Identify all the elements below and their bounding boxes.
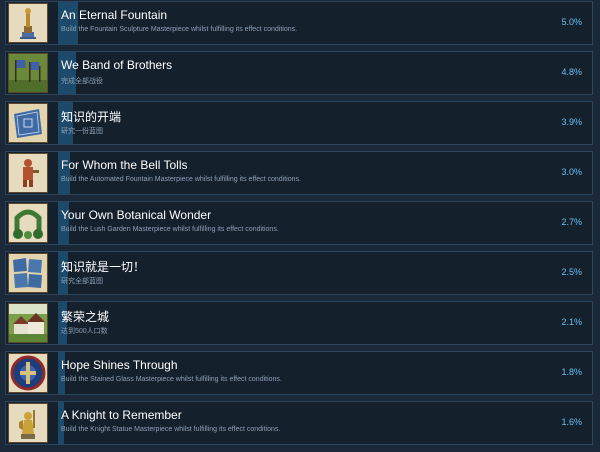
achievement-row[interactable]: We Band of Brothers 完成全部战役 4.8% — [5, 51, 593, 95]
achievement-title: An Eternal Fountain — [61, 8, 168, 22]
achievement-row[interactable]: 知识的开端 研究一份蓝图 3.9% — [5, 101, 593, 145]
achievement-title: 知识的开端 — [61, 110, 122, 124]
blueprint-icon — [8, 103, 48, 143]
banners-field-icon — [8, 53, 48, 93]
achievement-percent: 5.0% — [561, 17, 582, 27]
achievement-percent: 3.0% — [561, 167, 582, 177]
progress-track — [58, 102, 589, 144]
knight-statue-icon — [8, 403, 48, 443]
stained-glass-icon — [8, 353, 48, 393]
achievement-row[interactable]: An Eternal Fountain Build the Fountain S… — [5, 1, 593, 45]
achievement-percent: 2.1% — [561, 317, 582, 327]
achievement-percent: 1.8% — [561, 367, 582, 377]
achievement-title: For Whom the Bell Tolls — [61, 158, 188, 172]
town-houses-icon — [8, 303, 48, 343]
achievement-title: We Band of Brothers — [61, 58, 173, 72]
achievement-description: 达到500人口数 — [61, 328, 108, 335]
achievement-description: Build the Knight Statue Masterpiece whil… — [61, 426, 281, 433]
progress-track — [58, 302, 589, 344]
achievement-row[interactable]: Hope Shines Through Build the Stained Gl… — [5, 351, 593, 395]
achievement-title: Hope Shines Through — [61, 358, 178, 372]
garden-arch-icon — [8, 203, 48, 243]
achievement-percent: 2.5% — [561, 267, 582, 277]
achievement-title: 知识就是一切！ — [61, 260, 146, 274]
achievement-percent: 4.8% — [561, 67, 582, 77]
achievement-title: Your Own Botanical Wonder — [61, 208, 212, 222]
achievement-description: 研究全部蓝图 — [61, 278, 103, 285]
achievement-description: Build the Lush Garden Masterpiece whilst… — [61, 226, 279, 233]
achievement-row[interactable]: 繁荣之城 达到500人口数 2.1% — [5, 301, 593, 345]
achievement-row[interactable]: 知识就是一切！ 研究全部蓝图 2.5% — [5, 251, 593, 295]
fountain-sculpture-icon — [8, 3, 48, 43]
achievement-row[interactable]: A Knight to Remember Build the Knight St… — [5, 401, 593, 445]
achievement-row[interactable]: Your Own Botanical Wonder Build the Lush… — [5, 201, 593, 245]
achievement-row[interactable]: For Whom the Bell Tolls Build the Automa… — [5, 151, 593, 195]
achievement-description: 完成全部战役 — [61, 78, 103, 85]
achievement-percent: 2.7% — [561, 217, 582, 227]
achievement-description: 研究一份蓝图 — [61, 128, 103, 135]
achievement-description: Build the Fountain Sculpture Masterpiece… — [61, 26, 298, 33]
achievement-list: An Eternal Fountain Build the Fountain S… — [0, 0, 600, 452]
achievement-percent: 1.6% — [561, 417, 582, 427]
achievement-title: A Knight to Remember — [61, 408, 182, 422]
achievement-title: 繁荣之城 — [61, 310, 110, 324]
blueprints-stack-icon — [8, 253, 48, 293]
achievement-description: Build the Stained Glass Masterpiece whil… — [61, 376, 282, 383]
achievement-percent: 3.9% — [561, 117, 582, 127]
achievement-description: Build the Automated Fountain Masterpiece… — [61, 176, 301, 183]
bell-ringer-icon — [8, 153, 48, 193]
